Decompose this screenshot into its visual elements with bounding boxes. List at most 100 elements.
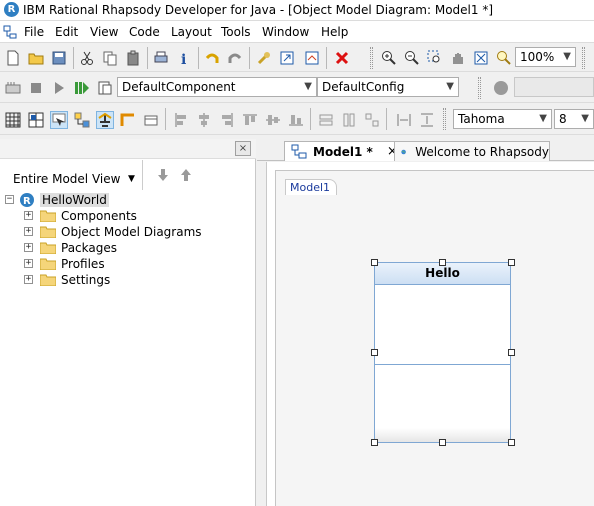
component-value: DefaultComponent [122, 80, 236, 94]
undo-icon[interactable] [203, 49, 221, 67]
snap-icon[interactable] [27, 111, 45, 129]
resize-handle-s[interactable] [439, 439, 446, 446]
animation-field [514, 77, 594, 97]
configuration-select[interactable]: DefaultConfig ▼ [317, 77, 459, 97]
align-middle-icon[interactable] [264, 111, 282, 129]
align-right-icon[interactable] [218, 111, 236, 129]
menu-layout[interactable]: Layout [171, 25, 212, 39]
tree-root[interactable]: − R HelloWorld [0, 192, 256, 208]
tree-root-label[interactable]: HelloWorld [40, 193, 109, 207]
stamp-icon[interactable] [96, 111, 114, 129]
select-icon[interactable] [50, 111, 68, 129]
paste-icon[interactable] [124, 49, 142, 67]
tree-item-packages[interactable]: + Packages [0, 240, 256, 256]
title-bar: R IBM Rational Rhapsody Developer for Ja… [0, 0, 594, 21]
collapse-icon[interactable]: − [5, 195, 14, 204]
redo-icon[interactable] [226, 49, 244, 67]
chevron-down-icon: ▼ [304, 81, 312, 92]
resize-handle-nw[interactable] [371, 259, 378, 266]
copy-icon[interactable] [101, 49, 119, 67]
zoom-in-icon[interactable] [380, 49, 398, 67]
generate-make-run-icon[interactable] [73, 79, 91, 97]
resize-handle-w[interactable] [371, 349, 378, 356]
open-icon[interactable] [27, 49, 45, 67]
align-bottom-icon[interactable] [287, 111, 305, 129]
expand-icon[interactable]: + [24, 243, 33, 252]
tree-item-components[interactable]: + Components [0, 208, 256, 224]
menu-help[interactable]: Help [321, 25, 348, 39]
layout-icon[interactable] [73, 111, 91, 129]
folder-icon [40, 242, 56, 254]
same-width-icon[interactable] [317, 111, 335, 129]
expand-icon[interactable]: + [24, 275, 33, 284]
same-height-icon[interactable] [340, 111, 358, 129]
arrow-down-icon[interactable] [155, 167, 171, 183]
stop-icon[interactable] [27, 79, 45, 97]
diagram-menu-icon[interactable] [2, 24, 18, 40]
active-code-view-icon[interactable] [96, 79, 114, 97]
class-hello[interactable]: Hello [374, 262, 511, 443]
resize-handle-sw[interactable] [371, 439, 378, 446]
zoom-region-icon[interactable] [426, 49, 444, 67]
resize-handle-se[interactable] [508, 439, 515, 446]
menu-view[interactable]: View [90, 25, 118, 39]
resize-handle-ne[interactable] [508, 259, 515, 266]
delete-icon[interactable] [333, 49, 351, 67]
chevron-down-icon: ▼ [563, 51, 571, 62]
navigate-icon[interactable] [278, 49, 296, 67]
space-horizontal-icon[interactable] [395, 111, 413, 129]
layout-toolbar: Tahoma ▼ 8 ▼ [0, 104, 594, 135]
space-vertical-icon[interactable] [418, 111, 436, 129]
zoom-fit-icon[interactable] [472, 49, 490, 67]
menu-window[interactable]: Window [262, 25, 309, 39]
font-select[interactable]: Tahoma ▼ [453, 109, 552, 129]
class-name[interactable]: Hello [375, 263, 510, 285]
diagram-icon[interactable] [303, 49, 321, 67]
cut-icon[interactable] [78, 49, 96, 67]
component-select[interactable]: DefaultComponent ▼ [117, 77, 317, 97]
menu-tools[interactable]: Tools [221, 25, 251, 39]
pan-icon[interactable] [449, 49, 467, 67]
globe-icon [401, 149, 406, 154]
font-size-select[interactable]: 8 ▼ [554, 109, 594, 129]
expand-icon[interactable]: + [24, 259, 33, 268]
zoom-out-icon[interactable] [403, 49, 421, 67]
save-icon[interactable] [50, 49, 68, 67]
model-browser: × Entire Model View ▼ − R HelloWorld + C… [0, 139, 256, 506]
print-icon[interactable] [152, 49, 170, 67]
align-center-icon[interactable] [195, 111, 213, 129]
close-icon[interactable]: × [235, 141, 251, 156]
tree-item-settings[interactable]: + Settings [0, 272, 256, 288]
svg-text:i: i [181, 52, 186, 66]
run-icon[interactable] [50, 79, 68, 97]
tree-item-profiles[interactable]: + Profiles [0, 256, 256, 272]
zoom-select[interactable]: 100% ▼ [515, 47, 576, 67]
line-style-icon[interactable] [119, 111, 137, 129]
resize-handle-e[interactable] [508, 349, 515, 356]
menu-edit[interactable]: Edit [55, 25, 78, 39]
align-left-icon[interactable] [172, 111, 190, 129]
animation-icon[interactable] [492, 79, 510, 97]
menu-file[interactable]: File [24, 25, 44, 39]
wrench-icon[interactable] [255, 49, 273, 67]
tree-item-object-model-diagrams[interactable]: + Object Model Diagrams [0, 224, 256, 240]
align-top-icon[interactable] [241, 111, 259, 129]
zoom-percent-icon[interactable] [495, 49, 513, 67]
view-select[interactable]: Entire Model View ▼ [0, 160, 143, 190]
expand-icon[interactable]: + [24, 211, 33, 220]
rhapsody-logo-icon: R [4, 2, 19, 17]
arrow-up-icon[interactable] [178, 167, 194, 183]
tab-welcome[interactable]: Welcome to Rhapsody [394, 141, 550, 161]
make-icon[interactable] [4, 79, 22, 97]
info-icon[interactable]: i [175, 49, 193, 67]
splitter[interactable] [256, 139, 266, 506]
chevron-down-icon: ▼ [581, 113, 589, 124]
expand-icon[interactable]: + [24, 227, 33, 236]
code-toolbar: DefaultComponent ▼ DefaultConfig ▼ [0, 73, 594, 103]
resize-handle-n[interactable] [439, 259, 446, 266]
menu-code[interactable]: Code [129, 25, 160, 39]
same-size-icon[interactable] [363, 111, 381, 129]
grid-icon[interactable] [4, 111, 22, 129]
frame-icon[interactable] [142, 111, 160, 129]
new-icon[interactable] [4, 49, 22, 67]
